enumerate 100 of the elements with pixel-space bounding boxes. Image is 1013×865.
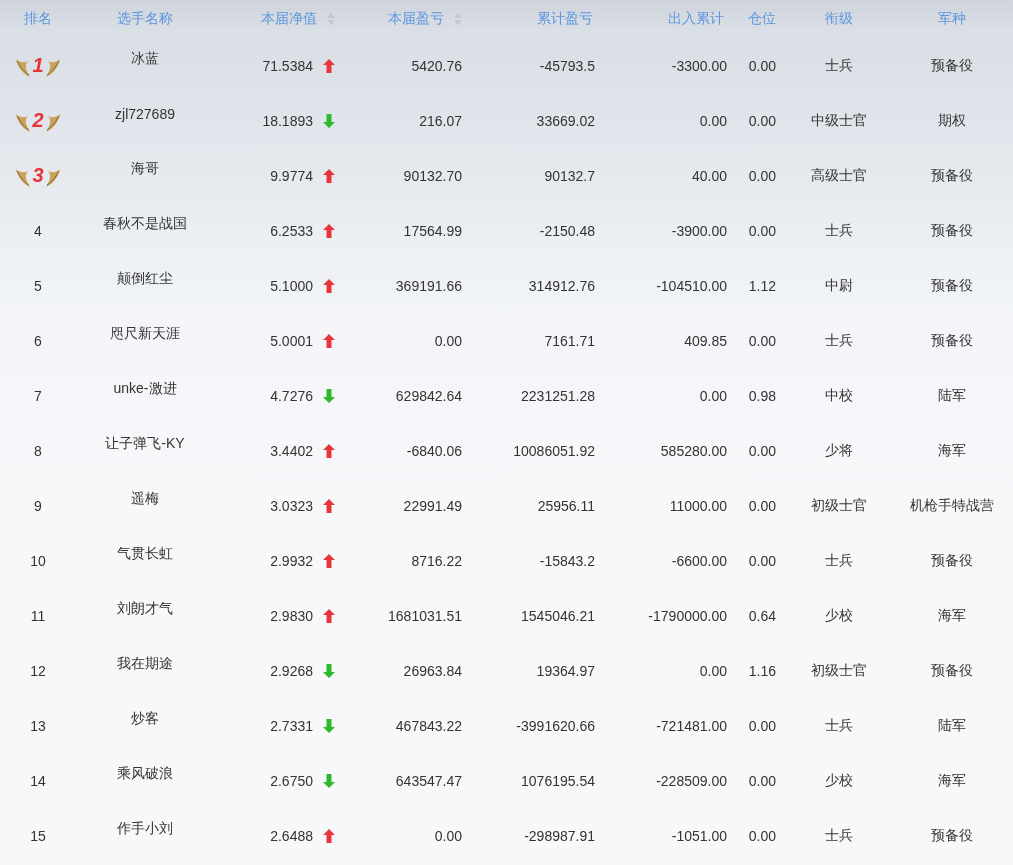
table-cell: -6840.06 — [406, 442, 462, 459]
player-name: 咫尺新天涯 — [110, 324, 180, 343]
table-cell: 海军 — [938, 771, 966, 790]
net-value: 2.9830 — [270, 607, 313, 624]
net-value: 2.9932 — [270, 552, 313, 569]
table-cell: 0.00 — [748, 112, 776, 129]
table-cell: 0.00 — [748, 167, 776, 184]
player-name: unke-激进 — [113, 379, 177, 398]
table-cell: 士兵 — [824, 221, 853, 240]
rank-number: 12 — [30, 662, 46, 679]
table-cell: -3900.00 — [671, 222, 727, 239]
table-cell: 预备役 — [931, 661, 973, 680]
player-name: 作手小刘 — [117, 819, 173, 838]
table-cell: -3300.00 — [671, 57, 727, 74]
net-value: 2.9268 — [270, 662, 313, 679]
net-value: 4.7276 — [270, 387, 313, 404]
table-cell: 预备役 — [931, 551, 973, 570]
table-cell: 0.00 — [748, 442, 776, 459]
table-cell: -1051.00 — [671, 827, 727, 844]
player-name: 颠倒红尘 — [117, 269, 173, 288]
table-cell: 0.64 — [748, 607, 776, 624]
table-cell: 0.00 — [748, 497, 776, 514]
table-cell: 士兵 — [824, 56, 853, 75]
table-cell: 0.00 — [748, 717, 776, 734]
net-value: 5.0001 — [270, 332, 313, 349]
table-cell: 0.00 — [434, 332, 462, 349]
table-cell: 期权 — [938, 111, 966, 130]
rank-medal: 3 — [14, 162, 62, 189]
column-header: 仓位 — [748, 10, 776, 28]
rank-medal: 2 — [14, 107, 62, 134]
table-cell: 预备役 — [931, 331, 973, 350]
table-cell: 士兵 — [824, 331, 853, 350]
rank-number: 5 — [34, 277, 42, 294]
player-name: 气贯长虹 — [117, 544, 173, 563]
net-value: 6.2533 — [270, 222, 313, 239]
table-cell: 陆军 — [938, 716, 966, 735]
column-header: 军种 — [938, 10, 966, 28]
column-header[interactable]: 本届净值 — [261, 10, 317, 28]
net-value: 2.6750 — [270, 772, 313, 789]
table-cell: 高级士官 — [810, 166, 867, 185]
table-cell: 中校 — [824, 386, 853, 405]
table-cell: 预备役 — [931, 56, 973, 75]
table-cell: 少校 — [824, 606, 853, 625]
table-cell: 5420.76 — [411, 57, 462, 74]
table-cell: -3991620.66 — [516, 717, 595, 734]
table-cell: 409.85 — [684, 332, 727, 349]
table-cell: -721481.00 — [656, 717, 727, 734]
table-cell: 216.07 — [419, 112, 462, 129]
table-cell: 0.00 — [434, 827, 462, 844]
column-header[interactable]: 本届盈亏 — [388, 10, 444, 28]
table-cell: 1.12 — [748, 277, 776, 294]
table-cell: 0.98 — [748, 387, 776, 404]
table-cell: 314912.76 — [528, 277, 595, 294]
player-name: 炒客 — [131, 709, 159, 728]
table-cell: 士兵 — [824, 551, 853, 570]
table-cell: 467843.22 — [395, 717, 462, 734]
rank-number: 13 — [30, 717, 46, 734]
table-cell: 1.16 — [748, 662, 776, 679]
table-cell: 初级士官 — [810, 496, 867, 515]
table-cell: -1790000.00 — [648, 607, 727, 624]
table-cell: 0.00 — [748, 772, 776, 789]
player-name: 海哥 — [131, 159, 159, 178]
table-cell: -104510.00 — [656, 277, 727, 294]
table-cell: 22991.49 — [403, 497, 462, 514]
table-cell: 机枪手特战营 — [910, 496, 994, 515]
table-cell: 少将 — [824, 441, 853, 460]
table-cell: 陆军 — [938, 386, 966, 405]
rank-number: 15 — [30, 827, 46, 844]
column-header: 衔级 — [824, 10, 853, 28]
table-cell: 90132.7 — [544, 167, 595, 184]
table-cell: 预备役 — [931, 276, 973, 295]
net-value: 3.4402 — [270, 442, 313, 459]
player-name: 春秋不是战国 — [103, 214, 187, 233]
table-cell: 中尉 — [824, 276, 853, 295]
rank-number: 14 — [30, 772, 46, 789]
player-name: 乘风破浪 — [117, 764, 173, 783]
table-cell: 629842.64 — [395, 387, 462, 404]
table-cell: 8716.22 — [411, 552, 462, 569]
table-cell: -228509.00 — [656, 772, 727, 789]
net-value: 18.1893 — [262, 112, 313, 129]
table-cell: 预备役 — [931, 221, 973, 240]
net-value: 71.5384 — [262, 57, 313, 74]
table-cell: 1681031.51 — [388, 607, 462, 624]
table-cell: 0.00 — [748, 57, 776, 74]
rank-number: 7 — [34, 387, 42, 404]
player-name: 让子弹飞-KY — [105, 434, 185, 453]
player-name: 冰蓝 — [131, 49, 159, 68]
table-cell: 90132.70 — [403, 167, 462, 184]
net-value: 9.9774 — [270, 167, 313, 184]
player-name: 刘朗才气 — [117, 599, 173, 618]
table-cell: 0.00 — [699, 387, 727, 404]
table-cell: -45793.5 — [539, 57, 595, 74]
rank-number: 9 — [34, 497, 42, 514]
table-cell: 26963.84 — [403, 662, 462, 679]
player-name: 遥梅 — [131, 489, 159, 508]
table-cell: 369191.66 — [395, 277, 462, 294]
player-name: zjl727689 — [115, 105, 175, 122]
column-header: 排名 — [24, 10, 52, 28]
column-header: 累计盈亏 — [537, 10, 593, 28]
table-cell: 预备役 — [931, 826, 973, 845]
